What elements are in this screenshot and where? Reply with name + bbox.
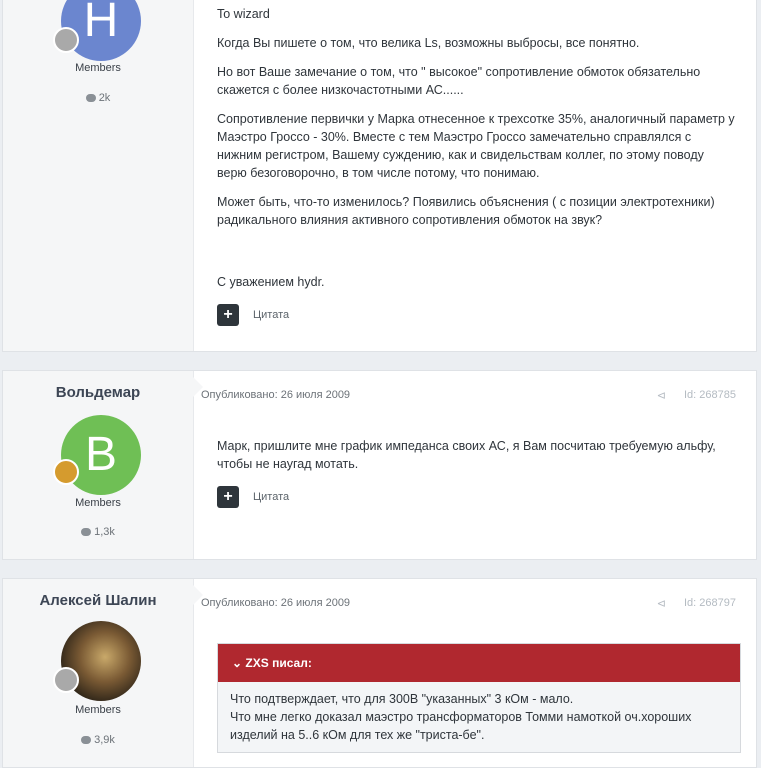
post-3: Алексей Шалин Members 3,9k Опубликовано:… bbox=[2, 578, 757, 768]
chevron-down-icon: ⌄ bbox=[232, 656, 243, 670]
quote-button[interactable]: + Цитата bbox=[217, 486, 289, 508]
author-panel: H Members 2k bbox=[3, 0, 194, 351]
quote-button[interactable]: + Цитата bbox=[217, 304, 289, 326]
post-1: H Members 2k To wizard Когда Вы пишете о… bbox=[2, 0, 757, 352]
quote-label: Цитата bbox=[253, 309, 290, 321]
author-panel: Алексей Шалин Members 3,9k bbox=[3, 579, 194, 767]
author-name[interactable]: Алексей Шалин bbox=[3, 592, 193, 609]
signature: С уважением hydr. bbox=[217, 275, 325, 289]
author-panel: Вольдемар B Members 1,3k bbox=[3, 371, 194, 559]
post-id[interactable]: Id: 268797 bbox=[684, 597, 736, 609]
post-count: 2k bbox=[3, 92, 193, 104]
quote-text: Что подтверждает, что для 300В "указанны… bbox=[218, 682, 740, 752]
post-2: Вольдемар B Members 1,3k Опубликовано: 2… bbox=[2, 370, 757, 560]
rank-badge-icon bbox=[53, 27, 79, 53]
paragraph: Марк, пришлите мне график импеданса свои… bbox=[217, 439, 716, 471]
plus-icon: + bbox=[217, 486, 239, 508]
member-group: Members bbox=[75, 62, 121, 74]
comment-icon bbox=[85, 94, 96, 103]
post-id[interactable]: Id: 268785 bbox=[684, 389, 736, 401]
lightbulb-badge-icon bbox=[53, 459, 79, 485]
post-content: To wizard Когда Вы пишете о том, что вел… bbox=[217, 5, 737, 240]
quote-block: ⌄ ZXS писал: Что подтверждает, что для 3… bbox=[217, 643, 741, 753]
post-content: Марк, пришлите мне график импеданса свои… bbox=[217, 437, 737, 484]
rank-badge-icon bbox=[53, 667, 79, 693]
comment-icon bbox=[81, 528, 92, 537]
quote-header[interactable]: ⌄ ZXS писал: bbox=[218, 644, 740, 682]
avatar[interactable]: B bbox=[61, 415, 141, 495]
paragraph: Может быть, что-то изменилось? Появились… bbox=[217, 195, 715, 227]
member-group: Members bbox=[75, 497, 121, 509]
quote-line: Что мне легко доказал маэстро трансформа… bbox=[230, 710, 692, 742]
author-name[interactable]: Вольдемар bbox=[3, 384, 193, 401]
paragraph: Но вот Ваше замечание о том, что " высок… bbox=[217, 65, 701, 97]
share-icon[interactable]: ⊲ bbox=[657, 597, 666, 610]
quote-line: Что подтверждает, что для 300В "указанны… bbox=[230, 692, 574, 706]
quote-author: ZXS писал: bbox=[245, 656, 312, 670]
comment-icon bbox=[81, 736, 92, 745]
plus-icon: + bbox=[217, 304, 239, 326]
post-count: 1,3k bbox=[3, 526, 193, 538]
member-group: Members bbox=[75, 704, 121, 716]
share-icon[interactable]: ⊲ bbox=[657, 389, 666, 402]
paragraph: To wizard bbox=[217, 7, 270, 21]
post-count: 3,9k bbox=[3, 734, 193, 746]
paragraph: Сопротивление первички у Марка отнесенно… bbox=[217, 112, 735, 180]
paragraph: Когда Вы пишете о том, что велика Ls, во… bbox=[217, 36, 640, 50]
quote-label: Цитата bbox=[253, 491, 290, 503]
published-date: Опубликовано: 26 июля 2009 bbox=[201, 597, 351, 609]
published-date: Опубликовано: 26 июля 2009 bbox=[201, 389, 351, 401]
